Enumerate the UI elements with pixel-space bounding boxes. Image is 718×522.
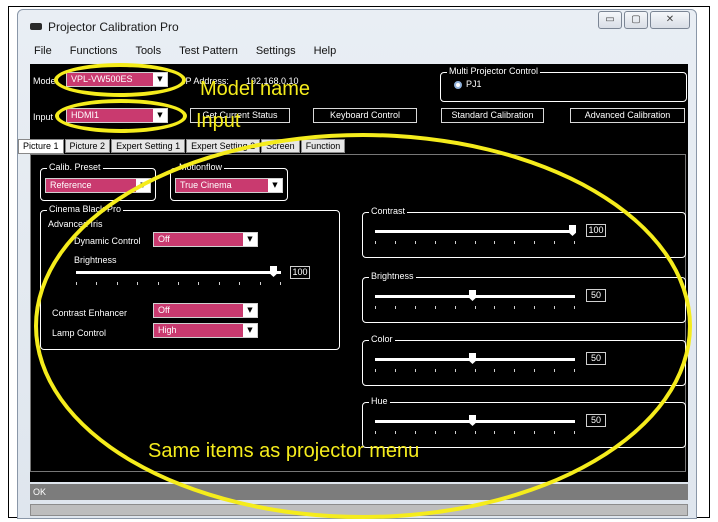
keyboard-control-button[interactable]: Keyboard Control xyxy=(313,108,417,123)
menu-functions[interactable]: Functions xyxy=(70,45,118,57)
close-button[interactable]: ✕ xyxy=(650,11,690,29)
pj1-label: PJ1 xyxy=(466,79,482,89)
menu-settings[interactable]: Settings xyxy=(256,45,296,57)
tab-picture-2[interactable]: Picture 2 xyxy=(64,139,111,153)
menu-tools[interactable]: Tools xyxy=(135,45,161,57)
maximize-button[interactable]: ▢ xyxy=(624,11,648,29)
input-label: Input xyxy=(33,112,54,122)
projector-icon xyxy=(30,23,42,30)
advanced-calibration-button[interactable]: Advanced Calibration xyxy=(570,108,685,123)
window-title: Projector Calibration Pro xyxy=(48,20,179,34)
input-annotation-ellipse xyxy=(55,99,187,133)
model-annotation-ellipse xyxy=(54,63,186,97)
minimize-button[interactable]: ▭ xyxy=(598,11,622,29)
multi-projector-group: Multi Projector Control PJ1 xyxy=(440,66,687,102)
input-annotation-text: Input xyxy=(196,110,241,132)
menu-test-pattern[interactable]: Test Pattern xyxy=(179,45,238,57)
menu-help[interactable]: Help xyxy=(314,45,337,57)
pj1-radio[interactable] xyxy=(454,81,462,89)
tab-picture-1[interactable]: Picture 1 xyxy=(18,139,64,154)
window-controls: ▭ ▢ ✕ xyxy=(598,11,690,29)
tab-expert-setting-1[interactable]: Expert Setting 1 xyxy=(111,139,186,153)
standard-calibration-button[interactable]: Standard Calibration xyxy=(441,108,544,123)
menu-annotation-text: Same items as projector menu xyxy=(148,440,420,462)
menu-file[interactable]: File xyxy=(34,45,52,57)
menu-bar: File Functions Tools Test Pattern Settin… xyxy=(18,40,696,62)
multi-projector-title: Multi Projector Control xyxy=(447,66,541,76)
model-annotation-text: Model name xyxy=(200,78,311,100)
title-bar: Projector Calibration Pro ▭ ▢ ✕ xyxy=(18,10,696,40)
calib-preset-title: Calib. Preset xyxy=(47,162,103,172)
calib-preset-value: Reference xyxy=(50,180,92,190)
